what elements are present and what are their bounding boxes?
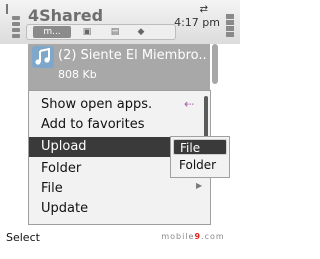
select-softkey[interactable]: Select	[6, 231, 40, 244]
tab-icon-3[interactable]: ▤	[105, 26, 125, 38]
tab-bar: m... ▣ ▤ ◆	[26, 24, 176, 40]
title-bar: 4Shared m... ▣ ▤ ◆ ⇄ 4:17 pm	[0, 0, 240, 44]
submenu-item-file[interactable]: File	[173, 139, 227, 155]
signal-strength-icon	[4, 4, 22, 40]
usb-icon: ⇄	[199, 4, 208, 15]
app-title: 4Shared	[28, 6, 104, 25]
tab-icon-4[interactable]: ◆	[131, 26, 151, 38]
menu-item-show-open-apps[interactable]: Show open apps.	[29, 95, 204, 115]
file-size: 808 Kb	[58, 68, 97, 81]
menu-item-update[interactable]: Update	[29, 199, 204, 219]
tab-music[interactable]: m...	[33, 26, 71, 38]
softkey-bar: Select mobile9.com	[0, 226, 240, 259]
submenu-arrow-icon: ▶	[196, 181, 203, 190]
upload-submenu: File Folder	[170, 136, 230, 178]
list-scrollbar[interactable]	[212, 44, 218, 84]
file-list-item[interactable]: (2) Siente El Miembro... 808 Kb	[28, 44, 210, 90]
file-name: (2) Siente El Miembro...	[58, 48, 208, 63]
menu-item-file[interactable]: File	[29, 179, 204, 199]
battery-icon	[224, 4, 234, 40]
tab-icon-2[interactable]: ▣	[77, 26, 97, 38]
submenu-item-folder[interactable]: Folder	[173, 157, 227, 173]
clock: 4:17 pm	[174, 16, 220, 29]
watermark-logo: mobile9.com	[161, 232, 225, 241]
menu-item-add-to-favorites[interactable]: Add to favorites	[29, 115, 204, 135]
arrow-icon: ⇠	[184, 97, 195, 111]
music-note-icon	[32, 46, 54, 68]
